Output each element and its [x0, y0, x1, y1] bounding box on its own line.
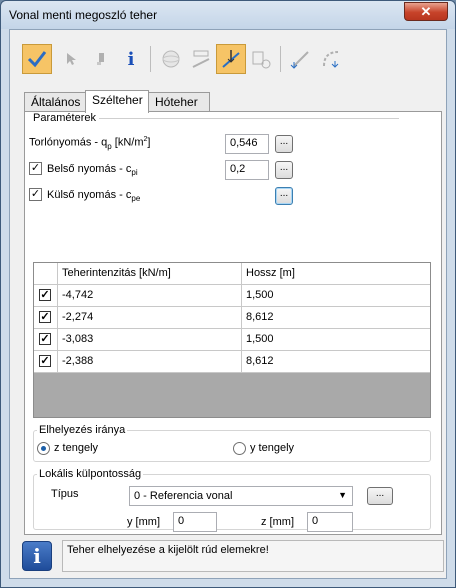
close-button[interactable]: ✕ — [404, 2, 448, 21]
parameters-divider — [99, 118, 399, 119]
kulso-checkbox[interactable]: ✓ — [29, 188, 42, 201]
column-header-length: Hossz [m] — [246, 267, 295, 279]
toolbar-separator — [150, 46, 151, 72]
status-bar: i Teher elhelyezése a kijelölt rúd eleme… — [20, 539, 444, 573]
info-button[interactable]: i — [116, 44, 146, 74]
place-load-button[interactable] — [216, 44, 246, 74]
type-browse-button[interactable]: ... — [367, 487, 393, 505]
y-axis-radio[interactable] — [233, 442, 246, 455]
z-offset-input[interactable]: 0 — [307, 512, 353, 532]
remove-load-icon — [252, 51, 271, 69]
type-label: Típus — [51, 488, 79, 500]
toolbar: i — [22, 42, 342, 78]
table-row[interactable]: ✓ -2,388 8,612 — [34, 351, 430, 373]
row-checkbox[interactable]: ✓ — [39, 355, 51, 367]
intensity-cell[interactable]: -2,274 — [58, 307, 242, 329]
arc-load-icon — [323, 51, 339, 68]
length-cell[interactable]: 8,612 — [242, 351, 430, 373]
info-icon: i — [127, 48, 135, 70]
z-offset-label: z [mm] — [261, 516, 294, 528]
row-checkbox[interactable]: ✓ — [39, 311, 51, 323]
status-message: Teher elhelyezése a kijelölt rúd elemekr… — [62, 540, 444, 572]
sphere-icon — [162, 50, 180, 68]
kulso-label: Külső nyomás - cpe — [47, 189, 141, 204]
tab-szelteher[interactable]: Szélteher — [85, 90, 149, 113]
intensity-cell[interactable]: -3,083 — [58, 329, 242, 351]
confirm-button[interactable] — [22, 44, 52, 74]
torlonyomas-label: Torlónyomás - qp [kN/m2] — [29, 136, 151, 151]
table-row[interactable]: ✓ -4,742 1,500 — [34, 285, 430, 307]
pick-icon — [97, 53, 104, 65]
table-row[interactable]: ✓ -3,083 1,500 — [34, 329, 430, 351]
row-check-cell[interactable]: ✓ — [34, 329, 58, 351]
column-header-intensity: Teherintenzitás [kN/m] — [58, 263, 242, 285]
load-edit-button[interactable] — [186, 44, 216, 74]
table-row[interactable]: ✓ -2,274 8,612 — [34, 307, 430, 329]
dialog-client: i Általános Szélteher Hóteher Paramétere… — [9, 29, 447, 579]
z-axis-label: z tengely — [54, 442, 99, 454]
length-cell[interactable]: 1,500 — [242, 329, 430, 351]
tab-hoteher[interactable]: Hóteher — [148, 92, 210, 112]
intensity-cell[interactable]: -4,742 — [58, 285, 242, 307]
chevron-down-icon: ▼ — [338, 490, 347, 500]
arc-load-button[interactable] — [316, 44, 346, 74]
length-cell[interactable]: 8,612 — [242, 307, 430, 329]
length-cell[interactable]: 1,500 — [242, 285, 430, 307]
tab-panel-szelteher: Paraméterek Torlónyomás - qp [kN/m2] 0,5… — [24, 111, 442, 535]
parameters-group-label: Paraméterek — [31, 112, 98, 124]
line-load-button[interactable] — [286, 44, 316, 74]
row-check-cell[interactable]: ✓ — [34, 351, 58, 373]
checkmark-icon — [27, 51, 47, 68]
row-check-cell[interactable]: ✓ — [34, 307, 58, 329]
table-header: Teherintenzitás [kN/m] Hossz [m] — [34, 263, 430, 285]
title-bar[interactable]: Vonal menti megoszló teher ✕ — [1, 1, 455, 29]
toolbar-separator — [280, 46, 281, 72]
eccentricity-group-label: Lokális külpontosság — [37, 468, 144, 480]
row-checkbox[interactable]: ✓ — [39, 333, 51, 345]
y-offset-input[interactable]: 0 — [173, 512, 217, 532]
placement-group-label: Elhelyezés iránya — [37, 424, 128, 436]
line-load-icon — [290, 51, 309, 69]
sphere-button[interactable] — [156, 44, 186, 74]
belso-browse-button[interactable]: ... — [275, 161, 293, 179]
torlonyomas-input[interactable]: 0,546 — [225, 134, 269, 154]
place-load-icon — [222, 50, 240, 68]
belso-input[interactable]: 0,2 — [225, 160, 269, 180]
row-check-cell[interactable]: ✓ — [34, 285, 58, 307]
select-button[interactable] — [56, 44, 86, 74]
intensity-cell[interactable]: -2,388 — [58, 351, 242, 373]
y-offset-label: y [mm] — [127, 516, 160, 528]
torlonyomas-browse-button[interactable]: ... — [275, 135, 293, 153]
header-check-cell — [34, 263, 58, 285]
kulso-browse-button[interactable]: ... — [275, 187, 293, 205]
cursor-icon — [67, 53, 76, 65]
window-title: Vonal menti megoszló teher — [9, 8, 158, 22]
belso-label: Belső nyomás - cpi — [47, 163, 138, 178]
dialog-window: Vonal menti megoszló teher ✕ i Általános… — [0, 0, 456, 588]
type-select[interactable]: 0 - Referencia vonal ▼ — [129, 486, 353, 506]
z-axis-radio[interactable] — [37, 442, 50, 455]
belso-checkbox[interactable]: ✓ — [29, 162, 42, 175]
row-checkbox[interactable]: ✓ — [39, 289, 51, 301]
info-icon: i — [22, 541, 52, 571]
tab-altalanos[interactable]: Általános — [24, 92, 86, 112]
load-table: Teherintenzitás [kN/m] Hossz [m] ✓ -4,74… — [33, 262, 431, 418]
remove-load-button[interactable] — [246, 44, 276, 74]
load-edit-icon — [192, 50, 210, 68]
pick-button[interactable] — [86, 44, 116, 74]
y-axis-label: y tengely — [250, 442, 295, 454]
